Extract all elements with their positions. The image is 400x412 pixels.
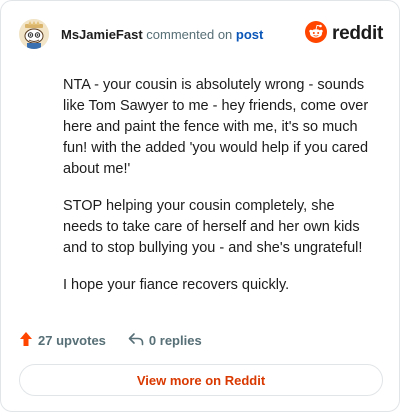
reply-button[interactable]: 0 replies xyxy=(128,332,202,349)
action-text: commented on xyxy=(146,26,233,42)
upvote-arrow-icon xyxy=(19,331,33,350)
comment-paragraph: STOP helping your cousin completely, she… xyxy=(63,198,363,256)
reddit-logo-icon xyxy=(305,20,328,48)
comment-footer: 27 upvotes 0 replies xyxy=(19,330,202,350)
upvote-button[interactable]: 27 upvotes xyxy=(19,331,106,350)
comment-paragraph: I hope your fiance recovers quickly. xyxy=(63,277,290,293)
upvote-count: 27 upvotes xyxy=(38,332,106,348)
comment-header: MsJamieFast commented on post reddit xyxy=(19,19,383,49)
reply-count: 0 replies xyxy=(148,332,202,348)
view-more-button[interactable]: View more on Reddit xyxy=(19,364,383,396)
reddit-wordmark: reddit xyxy=(332,23,383,44)
reply-arrow-icon xyxy=(128,332,144,349)
comment-paragraph: NTA - your cousin is absolutely wrong - … xyxy=(63,77,369,177)
comment-meta: MsJamieFast commented on post xyxy=(61,27,263,42)
reddit-brand[interactable]: reddit xyxy=(305,20,383,48)
snoo-avatar-icon[interactable] xyxy=(19,19,49,49)
embedded-comment-card: MsJamieFast commented on post reddit NTA… xyxy=(0,0,400,412)
comment-body: NTA - your cousin is absolutely wrong - … xyxy=(63,75,375,312)
username-link[interactable]: MsJamieFast xyxy=(61,27,143,42)
post-link[interactable]: post xyxy=(236,27,263,42)
